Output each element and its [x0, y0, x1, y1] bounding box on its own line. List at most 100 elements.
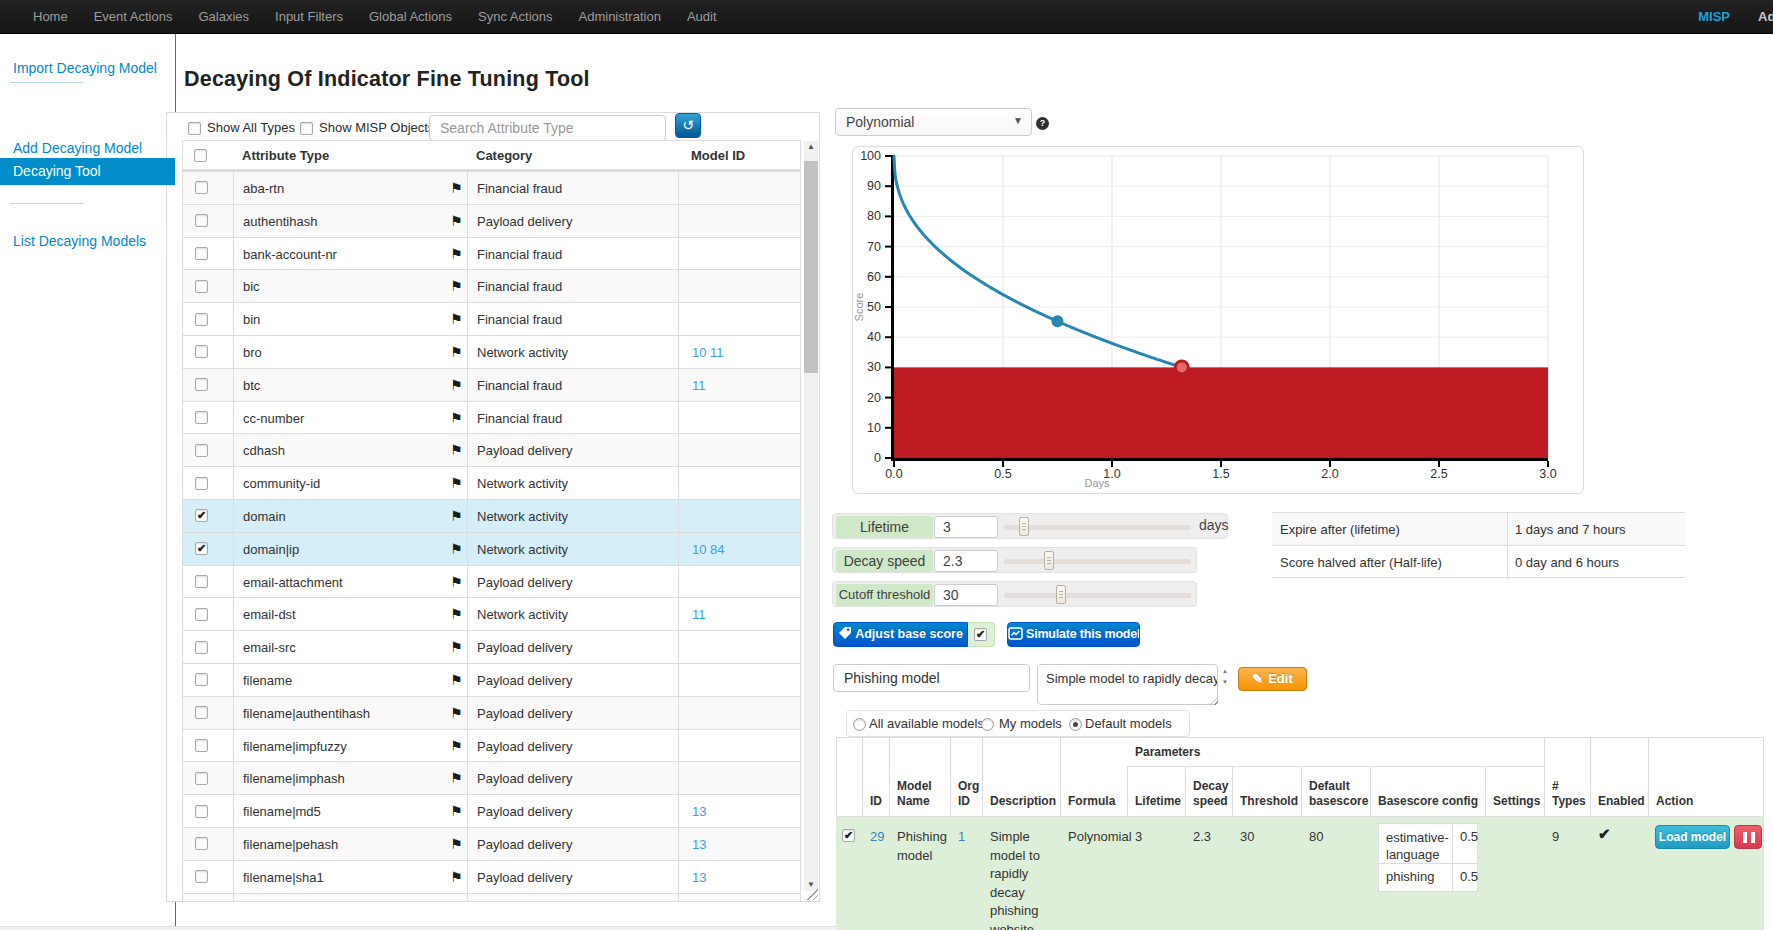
tag-icon	[838, 626, 852, 640]
model-id-links[interactable]: 10 84	[692, 542, 792, 557]
nav-item-input-filters[interactable]: Input Filters	[262, 0, 356, 34]
row-checkbox[interactable]	[195, 739, 208, 752]
model-org-cell[interactable]: 1	[958, 828, 978, 847]
sidebar-item-decaying-tool[interactable]: Decaying Tool	[0, 158, 175, 185]
table-row	[182, 893, 801, 901]
row-checkbox[interactable]	[195, 444, 208, 457]
row-checkbox[interactable]	[195, 837, 208, 850]
model-id-links[interactable]: 11	[692, 607, 792, 622]
attribute-type-cell: bank-account-nr	[243, 247, 448, 262]
model-id-cell[interactable]: 29	[870, 828, 888, 847]
column-border	[233, 566, 234, 598]
nav-item-sync-actions[interactable]: Sync Actions	[465, 0, 565, 34]
show-all-types-checkbox[interactable]	[188, 122, 201, 135]
show-misp-objects-checkbox[interactable]	[300, 122, 313, 135]
column-border	[233, 598, 234, 630]
row-checkbox[interactable]	[195, 477, 208, 490]
column-border	[233, 303, 234, 335]
column-border	[678, 566, 679, 598]
adjust-base-score-button[interactable]: Adjust base score	[833, 622, 968, 647]
column-border	[678, 434, 679, 466]
nav-item-administration[interactable]: Administration	[566, 0, 674, 34]
nav-admin-truncated[interactable]: Ad	[1758, 0, 1773, 33]
row-checkbox[interactable]	[195, 870, 208, 883]
nav-item-galaxies[interactable]: Galaxies	[185, 0, 262, 34]
row-checkbox[interactable]	[195, 772, 208, 785]
row-checkbox[interactable]	[195, 673, 208, 686]
flag-icon: ⚑	[450, 738, 463, 754]
sidebar-item-add-decaying-model[interactable]: Add Decaying Model	[13, 140, 142, 156]
slider-handle[interactable]	[1044, 551, 1054, 570]
row-checkbox[interactable]	[195, 345, 208, 358]
table-row: bank-account-nr⚑Financial fraud	[182, 237, 801, 270]
pause-model-button[interactable]	[1734, 825, 1762, 849]
scrollbar-down-arrow[interactable]: ▼	[804, 879, 818, 891]
category-cell: Payload delivery	[477, 640, 657, 655]
row-checkbox[interactable]: ✔	[195, 509, 208, 522]
row-checkbox[interactable]	[195, 378, 208, 391]
row-checkbox[interactable]	[195, 181, 208, 194]
nav-brand-misp[interactable]: MISP	[1698, 0, 1730, 33]
slider-value-input[interactable]: 3	[934, 516, 998, 538]
row-checkbox[interactable]	[195, 214, 208, 227]
nav-item-audit[interactable]: Audit	[674, 0, 730, 34]
sidebar-item-list-decaying-models[interactable]: List Decaying Models	[13, 233, 146, 249]
spinner-control[interactable]: ▲▼	[1219, 666, 1231, 690]
row-checkbox[interactable]	[195, 641, 208, 654]
adjust-base-score-checkbox[interactable]: ✔	[974, 628, 987, 641]
nav-item-event-actions[interactable]: Event Actions	[81, 0, 186, 34]
row-checkbox[interactable]	[195, 313, 208, 326]
category-cell: Network activity	[477, 345, 657, 360]
model-id-links[interactable]: 11	[692, 378, 792, 393]
model-row-checkbox[interactable]: ✔	[842, 829, 855, 842]
model-description-textarea[interactable]: Simple model to rapidly decay	[1037, 664, 1218, 705]
slider-track[interactable]	[1004, 525, 1191, 530]
col-header-category: Category	[476, 148, 626, 163]
row-checkbox[interactable]	[195, 247, 208, 260]
slider-handle[interactable]	[1056, 585, 1066, 604]
row-checkbox[interactable]	[195, 805, 208, 818]
slider-value-input[interactable]: 30	[934, 584, 998, 606]
models-col-header-base_score_config: Basescore config	[1378, 794, 1479, 809]
slider-handle[interactable]	[1019, 517, 1029, 536]
row-checkbox[interactable]	[195, 280, 208, 293]
column-border	[467, 631, 468, 663]
select-all-checkbox[interactable]	[194, 149, 207, 162]
model-id-links[interactable]: 13	[692, 804, 792, 819]
radio-default-models[interactable]	[1069, 718, 1082, 731]
models-col-header-settings: Settings	[1493, 794, 1538, 809]
nav-item-global-actions[interactable]: Global Actions	[356, 0, 465, 34]
slider-track[interactable]	[1004, 593, 1191, 598]
decay-chart-svg: 01020304050607080901000.00.51.01.52.02.5…	[853, 147, 1585, 495]
scrollbar-up-arrow[interactable]: ▲	[804, 141, 818, 153]
edit-button[interactable]: ✎Edit	[1238, 667, 1307, 691]
flag-icon: ⚑	[450, 442, 463, 458]
row-checkbox[interactable]	[195, 411, 208, 424]
row-checkbox[interactable]	[195, 575, 208, 588]
sidebar-item-import-decaying-model[interactable]: Import Decaying Model	[13, 60, 157, 76]
attribute-type-cell: cc-number	[243, 411, 448, 426]
slider-value-input[interactable]: 2.3	[934, 550, 998, 572]
row-checkbox[interactable]	[195, 608, 208, 621]
model-id-links[interactable]: 13	[692, 837, 792, 852]
slider-track[interactable]	[1004, 559, 1191, 564]
table-row: btc⚑Financial fraud11	[182, 368, 801, 401]
help-icon[interactable]: ?	[1036, 117, 1049, 130]
nav-item-home[interactable]: Home	[20, 0, 81, 34]
refresh-button[interactable]: ↺	[675, 113, 701, 138]
model-id-links[interactable]: 10 11	[692, 345, 792, 360]
model-id-links[interactable]: 13	[692, 870, 792, 885]
model-name-input[interactable]: Phishing model	[833, 664, 1030, 692]
scrollbar-thumb[interactable]	[804, 161, 818, 373]
simulate-model-button[interactable]: Simulate this model	[1007, 622, 1140, 647]
row-checkbox[interactable]	[195, 706, 208, 719]
decay-chart: 01020304050607080901000.00.51.01.52.02.5…	[852, 146, 1584, 494]
row-checkbox[interactable]: ✔	[195, 542, 208, 555]
formula-select[interactable]: Polynomial ▼	[835, 108, 1032, 136]
flag-icon: ⚑	[450, 475, 463, 491]
load-model-button[interactable]: Load model	[1655, 825, 1730, 849]
radio-my-models[interactable]	[981, 718, 994, 731]
radio-all-available-models[interactable]	[853, 718, 866, 731]
models-col-header-model_name: Model Name	[897, 779, 944, 809]
search-input[interactable]: Search Attribute Type	[429, 115, 666, 141]
